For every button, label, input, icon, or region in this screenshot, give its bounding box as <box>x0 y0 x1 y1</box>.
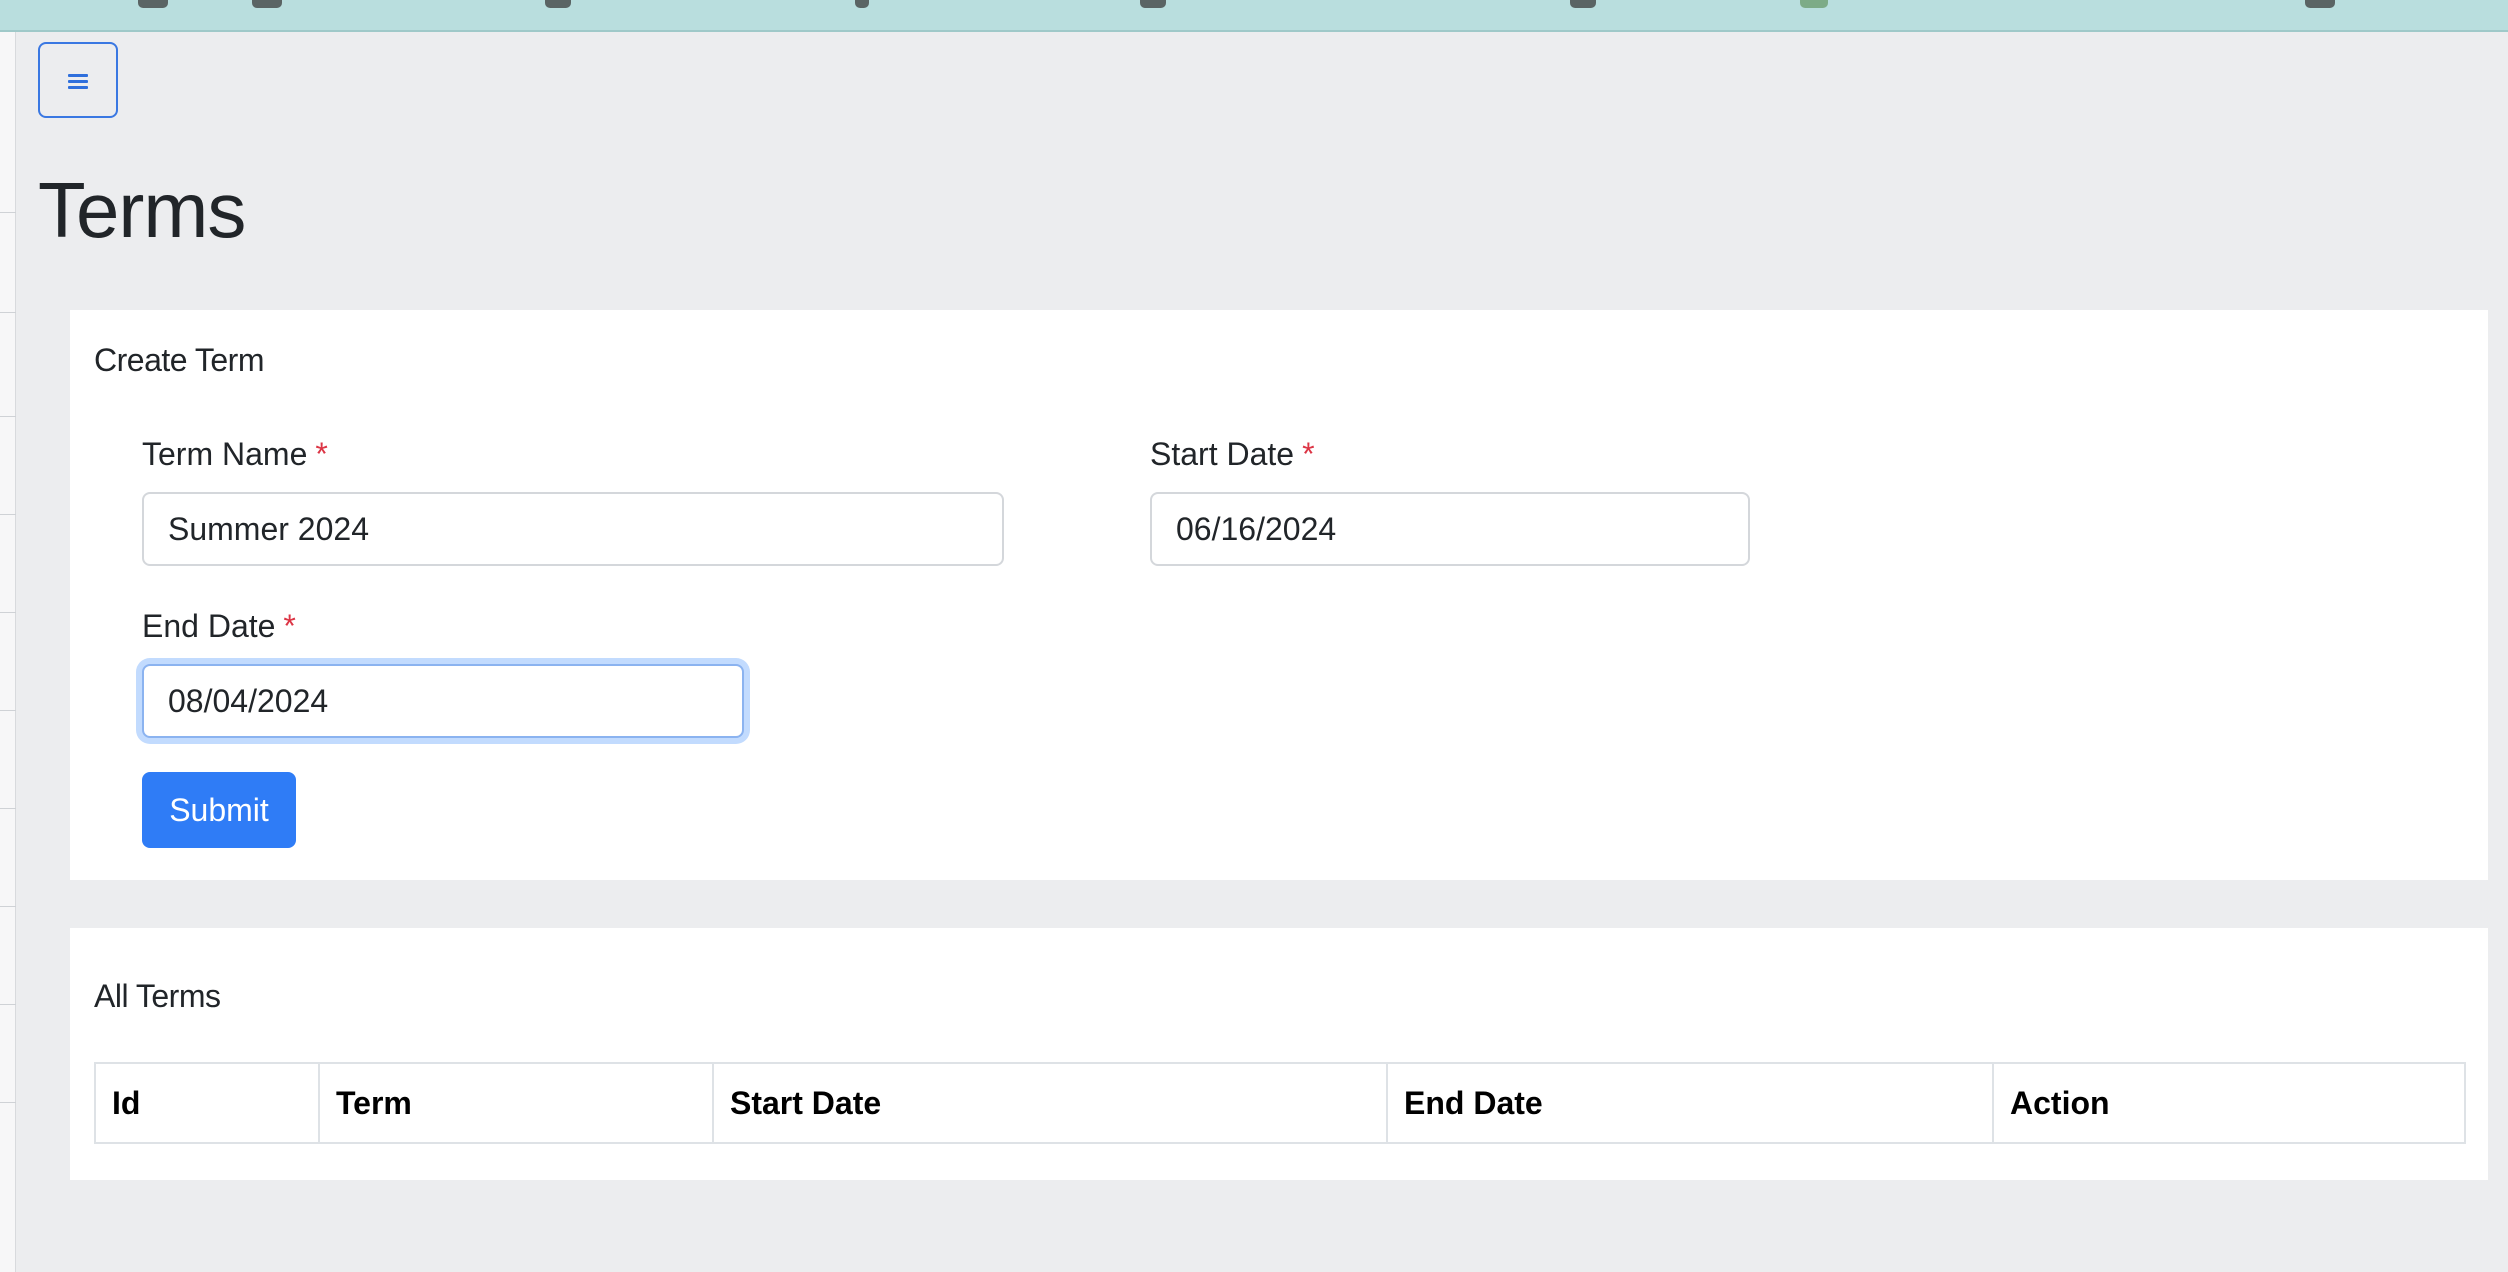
sidebar-divider <box>0 808 16 809</box>
sidebar-divider <box>0 612 16 613</box>
column-header-term[interactable]: Term <box>318 1062 714 1144</box>
end-date-label-text: End Date <box>142 608 276 644</box>
column-header-id[interactable]: Id <box>94 1062 320 1144</box>
sidebar-divider <box>0 416 16 417</box>
sidebar-divider <box>0 1102 16 1103</box>
end-date-input[interactable] <box>142 664 744 738</box>
start-date-label-text: Start Date <box>1150 436 1295 472</box>
column-header-start-date[interactable]: Start Date <box>712 1062 1388 1144</box>
start-date-label: Start Date * <box>1150 438 1315 470</box>
card-title: All Terms <box>94 978 221 1014</box>
required-marker: * <box>283 608 296 644</box>
column-header-end-date[interactable]: End Date <box>1386 1062 1994 1144</box>
sidebar-divider <box>0 514 16 515</box>
table-header-row: Id Term Start Date End Date Action <box>94 1062 2466 1144</box>
terms-table: Id Term Start Date End Date Action <box>94 1062 2466 1144</box>
end-date-label: End Date * <box>142 610 296 642</box>
start-date-input[interactable] <box>1150 492 1750 566</box>
card-title: Create Term <box>94 342 264 378</box>
all-terms-card: All Terms Id Term Start Date End Date Ac… <box>70 928 2488 1180</box>
column-header-action[interactable]: Action <box>1992 1062 2466 1144</box>
create-term-card: Create Term Term Name* Start Date* End D… <box>70 310 2488 880</box>
submit-button[interactable]: Submit <box>142 772 296 848</box>
required-marker: * <box>315 436 328 472</box>
required-marker: * <box>1302 436 1315 472</box>
page-title: Terms <box>38 166 246 254</box>
sidebar-divider <box>0 710 16 711</box>
bookmark-icon[interactable] <box>252 0 282 8</box>
term-name-label-text: Term Name <box>142 436 308 472</box>
bookmark-icon[interactable] <box>1140 0 1166 8</box>
bookmark-icon[interactable] <box>855 0 869 8</box>
term-name-label: Term Name * <box>142 438 328 470</box>
hamburger-menu-icon <box>68 72 88 89</box>
bookmark-icon[interactable] <box>138 0 168 8</box>
term-name-input[interactable] <box>142 492 1004 566</box>
sidebar-divider <box>0 212 16 213</box>
sidebar-divider <box>0 906 16 907</box>
sidebar-divider <box>0 1004 16 1005</box>
browser-bookmark-bar <box>0 0 2508 32</box>
bookmark-icon[interactable] <box>1800 0 1828 8</box>
bookmark-icon[interactable] <box>545 0 571 8</box>
bookmark-icon[interactable] <box>2305 0 2335 8</box>
sidebar-toggle-button[interactable] <box>38 42 118 118</box>
sidebar-divider <box>0 312 16 313</box>
sidebar-collapsed <box>0 32 16 1272</box>
bookmark-icon[interactable] <box>1570 0 1596 8</box>
